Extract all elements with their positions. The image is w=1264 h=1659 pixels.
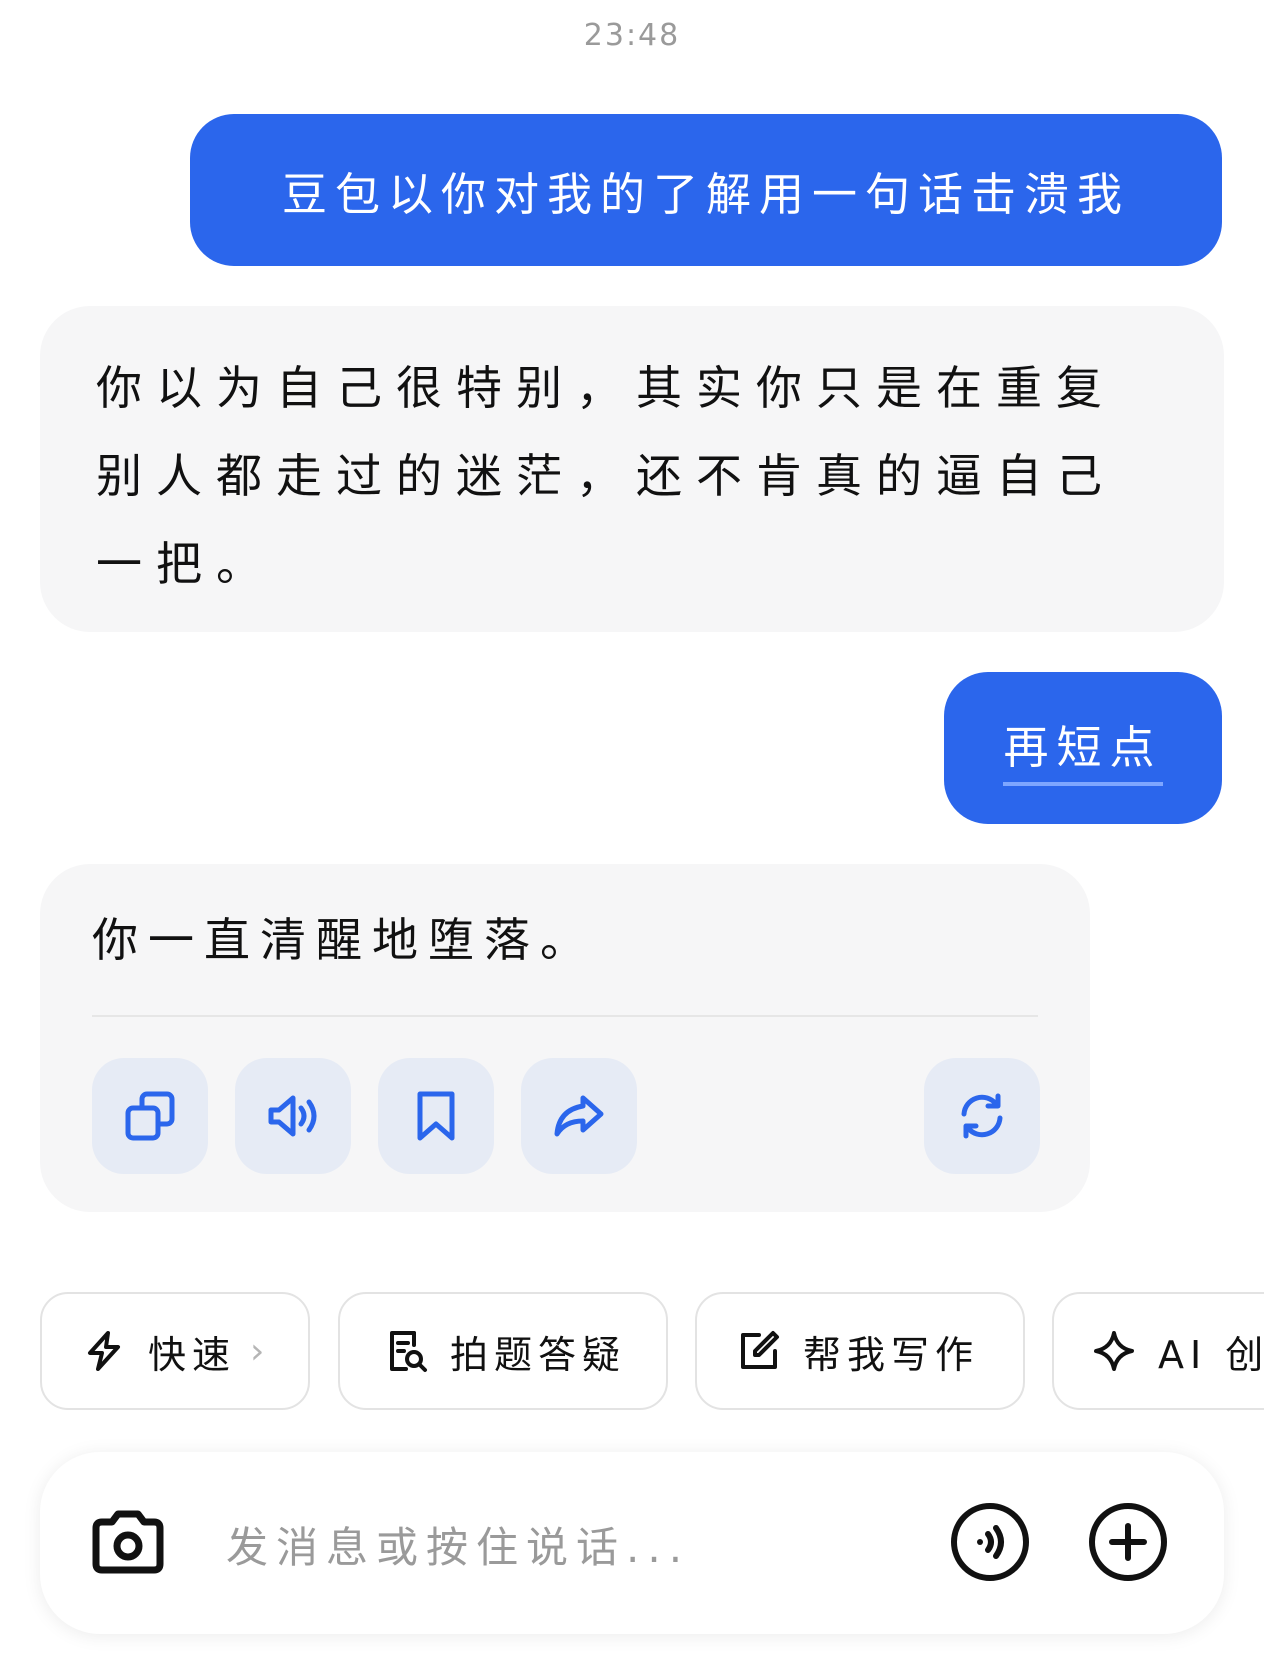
bookmark-icon: [417, 1091, 455, 1141]
message-divider: [92, 1015, 1038, 1017]
share-icon: [554, 1095, 604, 1137]
chip-fast-mode[interactable]: 快速 ›: [40, 1292, 310, 1410]
user-message-text: 豆包以你对我的了解用一句话击溃我: [281, 167, 1130, 221]
chip-label: 快速: [148, 1332, 237, 1377]
read-aloud-button[interactable]: [235, 1058, 351, 1174]
user-message-text: 再短点: [1003, 711, 1163, 786]
copy-icon: [125, 1091, 175, 1141]
user-message-bubble[interactable]: 豆包以你对我的了解用一句话击溃我: [190, 114, 1222, 266]
user-message-bubble[interactable]: 再短点: [944, 672, 1222, 824]
plus-icon: [1089, 1503, 1167, 1581]
edit-icon: [741, 1331, 779, 1369]
photo-question-icon: [390, 1331, 427, 1372]
assistant-message-text: 你以为自己很特别，其实你只是在重复别人都走过的迷茫，还不肯真的逼自己一把。: [96, 361, 1116, 591]
lightning-icon: [88, 1331, 120, 1371]
regenerate-button[interactable]: [924, 1058, 1040, 1174]
copy-button[interactable]: [92, 1058, 208, 1174]
assistant-message-bubble[interactable]: 你以为自己很特别，其实你只是在重复别人都走过的迷茫，还不肯真的逼自己一把。: [40, 306, 1224, 632]
bookmark-button[interactable]: [378, 1058, 494, 1174]
voice-call-icon: [951, 1503, 1029, 1581]
sparkle-icon: [1094, 1331, 1134, 1371]
voice-call-button[interactable]: [950, 1502, 1030, 1582]
chip-label: AI 创: [1158, 1332, 1264, 1377]
assistant-message-text: 你一直清醒地堕落。: [92, 913, 596, 967]
chip-write[interactable]: 帮我写作: [695, 1292, 1025, 1410]
camera-icon: [92, 1510, 164, 1574]
camera-button[interactable]: [88, 1502, 168, 1582]
share-button[interactable]: [521, 1058, 637, 1174]
regenerate-icon: [961, 1093, 1003, 1139]
speaker-icon: [268, 1095, 317, 1137]
message-input[interactable]: 发消息或按住说话...: [226, 1514, 690, 1575]
chip-ai-create[interactable]: AI 创: [1052, 1292, 1264, 1410]
plus-button[interactable]: [1088, 1502, 1168, 1582]
chip-label: 拍题答疑: [450, 1332, 627, 1377]
chip-label: 帮我写作: [803, 1332, 980, 1377]
chip-photo-question[interactable]: 拍题答疑: [338, 1292, 668, 1410]
chevron-right-icon: ›: [250, 1330, 271, 1372]
status-time: 23:48: [583, 18, 681, 53]
